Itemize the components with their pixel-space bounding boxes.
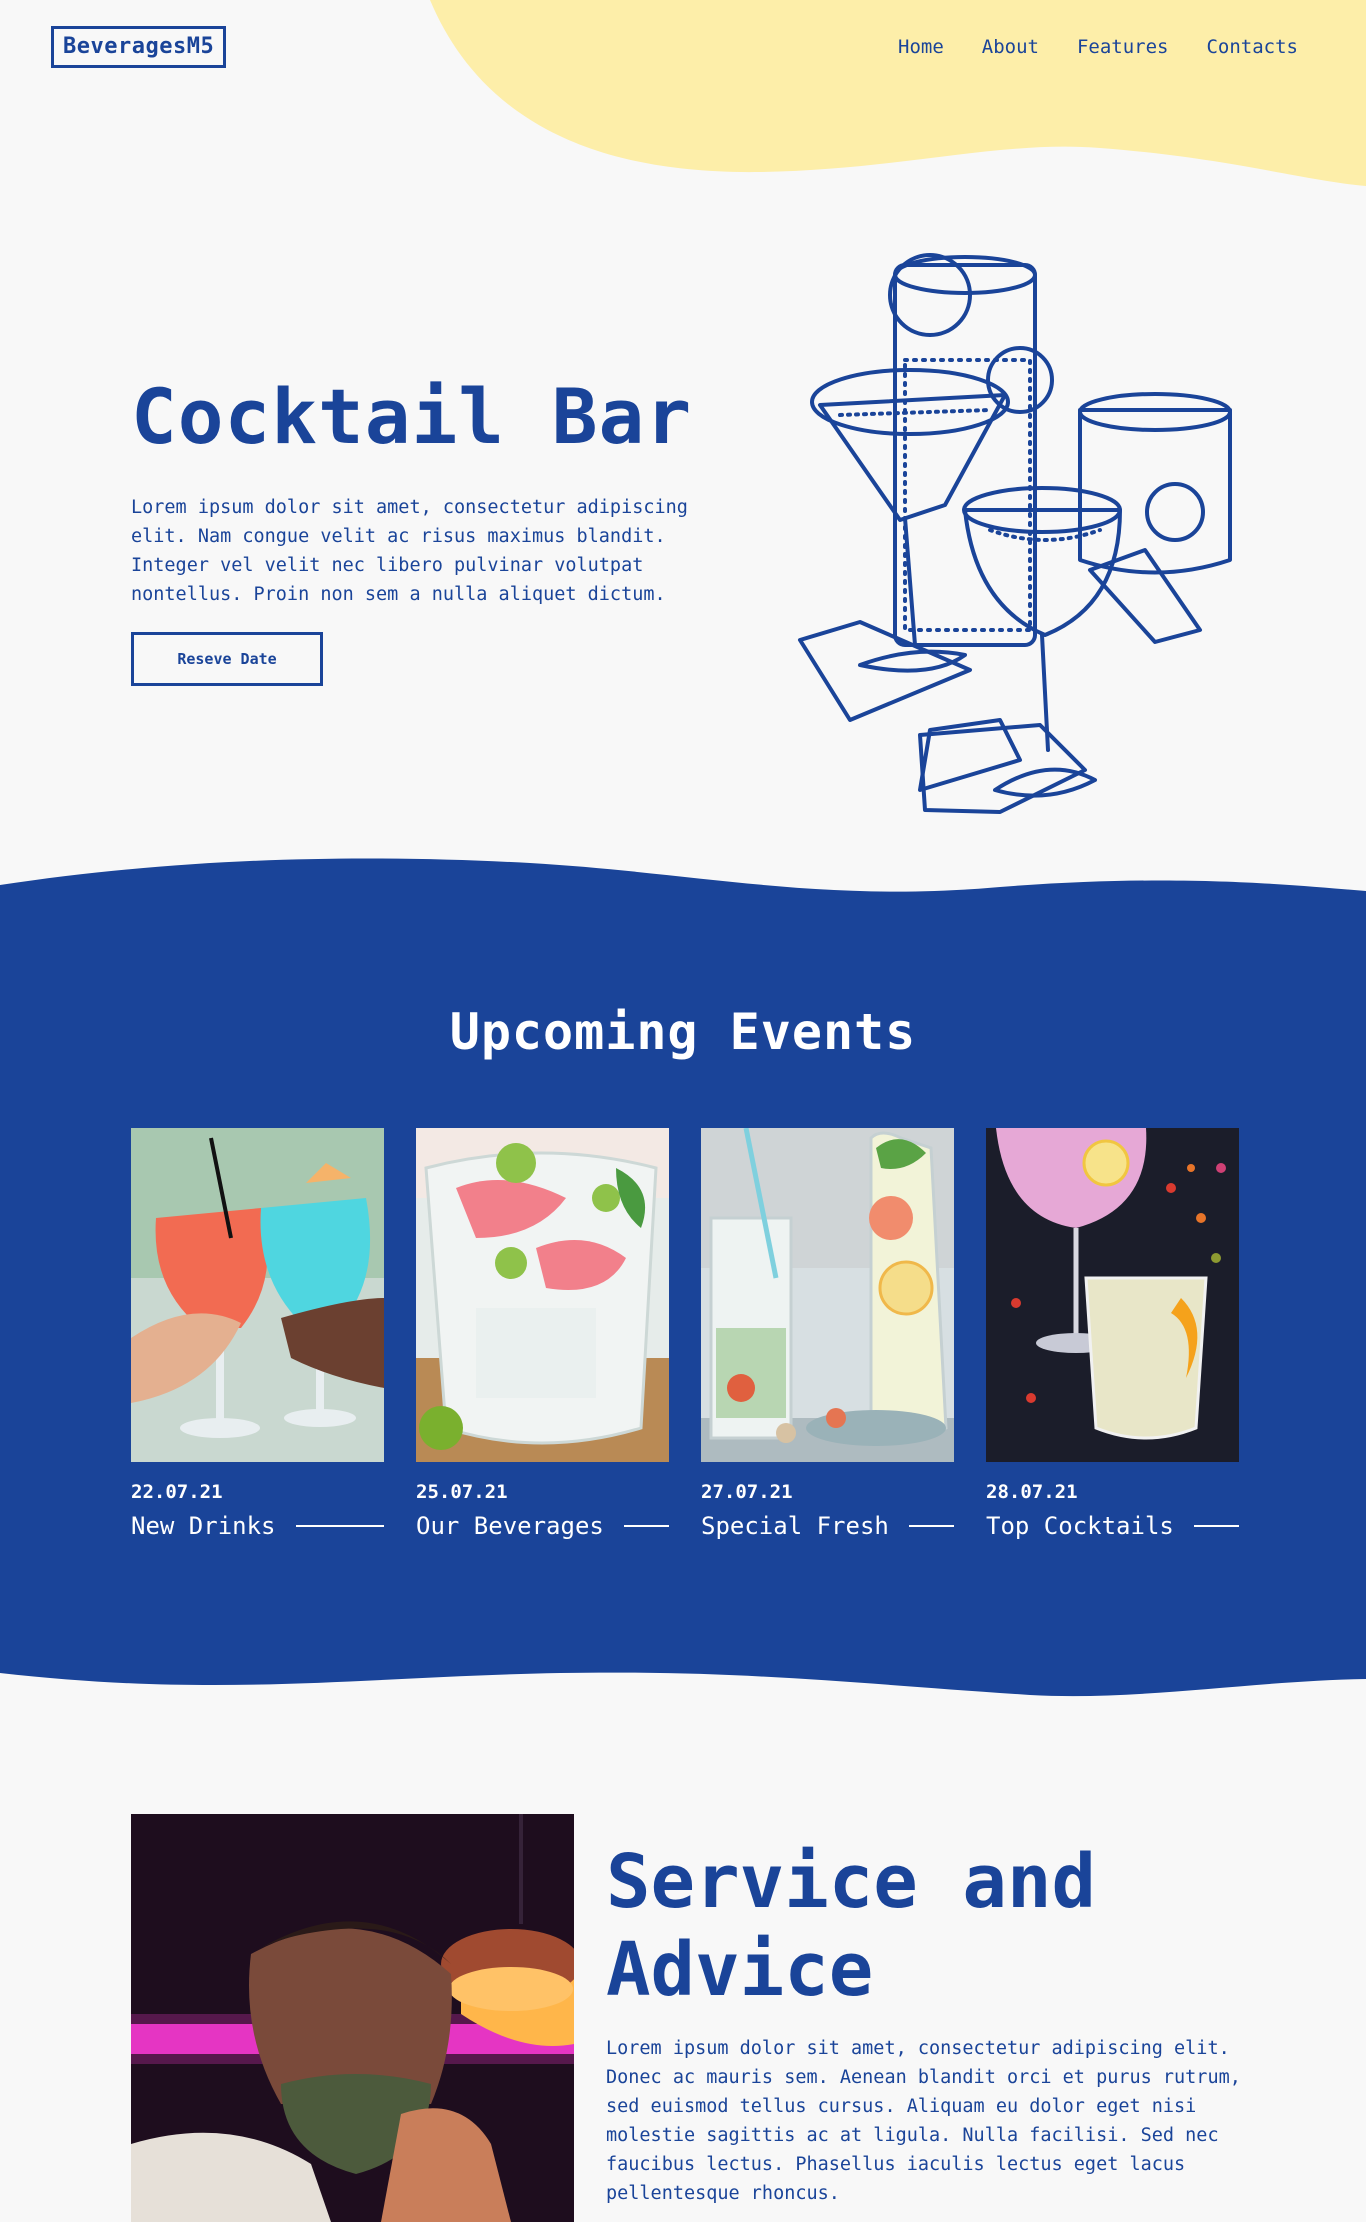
event-date: 22.07.21 (131, 1481, 223, 1503)
hero-title: Cocktail Bar (131, 372, 693, 461)
title-dash (1193, 1525, 1239, 1527)
event-card[interactable]: 22.07.21 New Drinks (131, 1128, 384, 1540)
event-card[interactable]: 25.07.21 Our Beverages (416, 1128, 669, 1540)
event-title: Top Cocktails (986, 1512, 1174, 1540)
event-date: 25.07.21 (416, 1481, 508, 1503)
nav-contacts[interactable]: Contacts (1206, 36, 1298, 58)
nav-about[interactable]: About (982, 36, 1039, 58)
event-title: Our Beverages (416, 1512, 604, 1540)
event-card[interactable]: 27.07.21 Special Fresh (701, 1128, 954, 1540)
event-photo-special-fresh (701, 1128, 954, 1462)
page: BeveragesM5 Home About Features Contacts… (0, 0, 1366, 2222)
event-date: 28.07.21 (986, 1481, 1078, 1503)
event-photo-new-drinks (131, 1128, 384, 1462)
events-title: Upcoming Events (449, 1003, 917, 1061)
reserve-date-button[interactable]: Reseve Date (131, 632, 323, 686)
hero-description: Lorem ipsum dolor sit amet, consectetur … (131, 497, 688, 605)
service-title: Service and Advice (606, 1839, 1097, 2013)
title-dash (623, 1525, 669, 1527)
service-description: Lorem ipsum dolor sit amet, consectetur … (606, 2038, 1241, 2204)
event-photo-our-beverages (416, 1128, 669, 1462)
event-card[interactable]: 28.07.21 Top Cocktails (986, 1128, 1239, 1540)
event-title-row: Top Cocktails (986, 1512, 1239, 1540)
nav-features[interactable]: Features (1077, 36, 1169, 58)
logo[interactable]: BeveragesM5 (51, 26, 227, 68)
event-title-row: New Drinks (131, 1512, 384, 1540)
title-dash (908, 1525, 954, 1527)
event-title: New Drinks (131, 1512, 276, 1540)
main-nav: Home About Features Contacts (898, 36, 1298, 58)
event-title: Special Fresh (701, 1512, 889, 1540)
event-title-row: Special Fresh (701, 1512, 954, 1540)
nav-home[interactable]: Home (898, 36, 944, 58)
event-date: 27.07.21 (701, 1481, 793, 1503)
cocktail-glasses-illustration (798, 253, 1232, 814)
event-title-row: Our Beverages (416, 1512, 669, 1540)
event-photo-top-cocktails (986, 1128, 1239, 1462)
bartender-photo (131, 1814, 574, 2222)
title-dash (295, 1525, 384, 1527)
